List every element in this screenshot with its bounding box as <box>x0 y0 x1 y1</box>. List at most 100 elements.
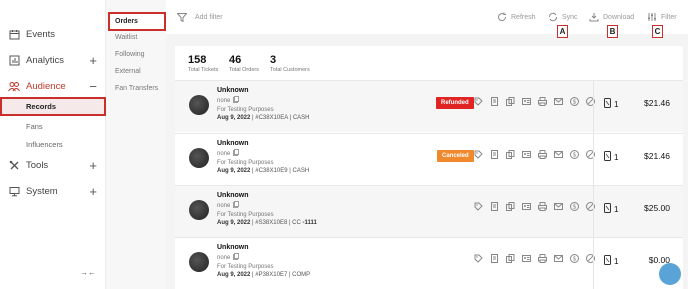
document-icon[interactable] <box>490 97 499 106</box>
copy-icon[interactable] <box>233 96 240 105</box>
sync-icon <box>548 12 558 22</box>
expand-icon[interactable]: + <box>89 54 97 67</box>
copy-icon[interactable] <box>506 150 515 159</box>
nav-item-analytics[interactable]: Analytics + <box>8 52 97 68</box>
id-card-icon[interactable] <box>522 97 531 106</box>
monitor-icon <box>8 185 20 197</box>
order-actions: $ <box>474 202 602 211</box>
order-total: $21.46 <box>644 98 670 108</box>
dollar-icon[interactable]: $ <box>570 97 579 106</box>
stat-label: Total Customers <box>270 67 310 73</box>
collapse-sidebar-icon[interactable]: →← <box>80 268 96 277</box>
email-icon[interactable] <box>554 97 563 106</box>
tag-icon[interactable] <box>474 150 483 159</box>
customer-name: Unknown <box>217 140 249 147</box>
order-id-payment: | #P38X10E7 | COMP <box>250 272 311 278</box>
calendar-icon <box>8 28 20 40</box>
document-icon[interactable] <box>490 254 499 263</box>
sync-button[interactable]: Sync <box>548 10 578 24</box>
copy-icon[interactable] <box>233 201 240 210</box>
copy-icon[interactable] <box>233 253 240 262</box>
order-meta: Aug 9, 2022 | #P38X10E7 | COMP <box>217 272 310 278</box>
analytics-icon <box>8 54 20 66</box>
expand-icon[interactable]: + <box>89 185 97 198</box>
customer-email: none <box>217 150 231 157</box>
print-icon[interactable] <box>538 97 547 106</box>
dollar-icon[interactable]: $ <box>570 254 579 263</box>
copy-icon[interactable] <box>506 254 515 263</box>
sidebar-item-fans[interactable]: Fans <box>0 117 106 136</box>
toolbar: Add filter Refresh Sync Download Filter <box>166 0 688 38</box>
copy-icon[interactable] <box>506 202 515 211</box>
ticket-quantity: 1 <box>604 203 618 215</box>
status-badge: Refunded <box>436 97 474 109</box>
order-meta: Aug 9, 2022 | #C38X10EA | CASH <box>217 115 310 121</box>
email-icon[interactable] <box>554 150 563 159</box>
add-filter-button[interactable]: Add filter <box>177 10 223 24</box>
stat-total-customers: 3 Total Customers <box>270 54 310 73</box>
email-icon[interactable] <box>554 254 563 263</box>
dollar-icon[interactable]: $ <box>570 202 579 211</box>
order-row[interactable]: Unknown none For Testing Purposes Aug 9, 20… <box>175 237 683 289</box>
order-info: Unknown none For Testing Purposes Aug 9, 20… <box>217 244 310 278</box>
ticket-quantity: 1 <box>604 98 618 110</box>
quantity-value: 1 <box>614 99 619 109</box>
ticket-quantity: 1 <box>604 255 618 267</box>
id-card-icon[interactable] <box>522 254 531 263</box>
sidebar-item-influencers[interactable]: Influencers <box>0 135 106 154</box>
quantity-value: 1 <box>614 256 619 266</box>
sidebar-item-records[interactable]: Records <box>0 97 106 116</box>
customer-name: Unknown <box>217 192 249 199</box>
main-content: Add filter Refresh Sync Download Filter <box>166 0 688 289</box>
filter-button[interactable]: Filter <box>647 10 677 24</box>
sliders-icon <box>647 12 657 22</box>
expand-icon[interactable]: + <box>89 159 97 172</box>
callout-a: A <box>557 25 568 38</box>
order-id-payment: | #S38X10E8 | CC <box>250 220 303 226</box>
nav-item-audience[interactable]: Audience − <box>8 78 97 94</box>
phone-ticket-icon <box>604 255 611 267</box>
copy-icon[interactable] <box>233 149 240 158</box>
customer-email: none <box>217 97 231 104</box>
svg-text:$: $ <box>573 204 577 211</box>
print-icon[interactable] <box>538 202 547 211</box>
order-row[interactable]: Unknown none For Testing Purposes Aug 9, 20… <box>175 80 683 133</box>
tag-icon[interactable] <box>474 97 483 106</box>
subnav-fan-transfers[interactable]: Fan Transfers <box>106 79 166 98</box>
status-badge: Canceled <box>437 150 474 162</box>
order-row[interactable]: Unknown none For Testing Purposes Aug 9, 20… <box>175 185 683 238</box>
document-icon[interactable] <box>490 150 499 159</box>
avatar <box>189 200 209 220</box>
orders-panel: 158 Total Tickets 46 Total Orders 3 Tota… <box>175 46 683 289</box>
collapse-section-icon[interactable]: − <box>89 80 97 93</box>
print-icon[interactable] <box>538 254 547 263</box>
nav-item-system[interactable]: System + <box>8 183 97 199</box>
nav-label: Audience <box>26 80 66 92</box>
id-card-icon[interactable] <box>522 150 531 159</box>
add-filter-label: Add filter <box>195 13 223 21</box>
customer-email: none <box>217 254 231 261</box>
svg-text:$: $ <box>573 99 577 106</box>
tag-icon[interactable] <box>474 202 483 211</box>
order-actions: $ <box>474 254 602 263</box>
print-icon[interactable] <box>538 150 547 159</box>
document-icon[interactable] <box>490 202 499 211</box>
download-label: Download <box>603 13 635 21</box>
help-chat-button[interactable] <box>659 263 681 285</box>
quantity-value: 1 <box>614 204 619 214</box>
customer-email: none <box>217 202 231 209</box>
nav-item-tools[interactable]: Tools + <box>8 157 97 173</box>
email-icon[interactable] <box>554 202 563 211</box>
order-info: Unknown none For Testing Purposes Aug 9, 20… <box>217 192 317 226</box>
order-row[interactable]: Unknown none For Testing Purposes Aug 9, 20… <box>175 133 683 186</box>
download-button[interactable]: Download <box>589 10 634 24</box>
dollar-icon[interactable]: $ <box>570 150 579 159</box>
refresh-label: Refresh <box>511 13 536 21</box>
id-card-icon[interactable] <box>522 202 531 211</box>
tag-icon[interactable] <box>474 254 483 263</box>
nav-item-events[interactable]: Events <box>8 26 97 42</box>
card-last-four: -1111 <box>302 220 317 226</box>
refresh-button[interactable]: Refresh <box>497 10 536 24</box>
copy-icon[interactable] <box>506 97 515 106</box>
order-actions: $ <box>474 150 602 159</box>
